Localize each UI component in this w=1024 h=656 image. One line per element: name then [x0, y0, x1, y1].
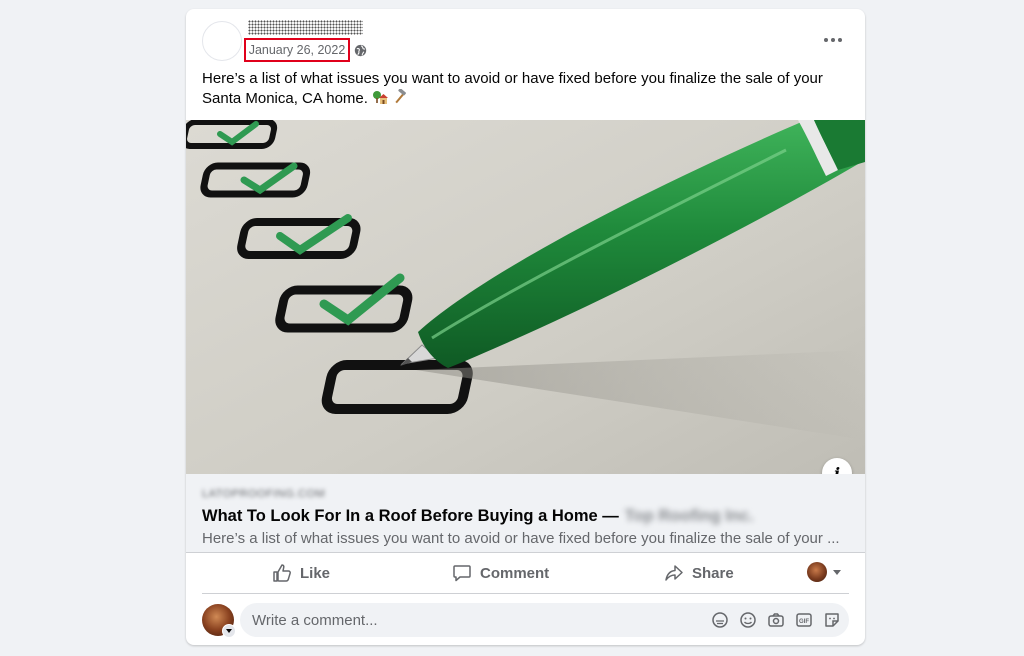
post-date[interactable]: January 26, 2022	[249, 43, 346, 57]
comment-label[interactable]: Comment	[480, 565, 549, 582]
comment-bubble-icon	[453, 565, 471, 582]
house-with-tree-icon	[373, 91, 389, 104]
account-switcher-icon[interactable]	[222, 624, 236, 638]
post-text-line2: Santa Monica, CA home.	[202, 90, 368, 107]
comment-composer: Write a comment... GIF	[202, 603, 849, 638]
link-description: Here’s a list of what issues you want to…	[202, 530, 840, 547]
share-label[interactable]: Share	[692, 565, 734, 582]
share-arrow-icon	[665, 565, 683, 581]
like-button[interactable]: Like	[272, 559, 330, 587]
comment-placeholder[interactable]: Write a comment...	[252, 612, 378, 629]
svg-text:GIF: GIF	[799, 619, 809, 625]
sticker-icon[interactable]	[823, 611, 841, 629]
camera-icon[interactable]	[767, 611, 785, 629]
hammer-icon	[395, 89, 407, 104]
post-date-link[interactable]: January 26, 2022	[244, 38, 350, 62]
gif-icon[interactable]: GIF	[795, 611, 813, 629]
link-domain-redacted: LATOPROOFING.COM	[202, 488, 326, 500]
page-name-redacted[interactable]	[248, 20, 363, 35]
emoji-icon[interactable]	[739, 611, 757, 629]
post-image-checklist[interactable]	[186, 120, 865, 474]
link-site-name-redacted: Top Roofing Inc.	[624, 507, 754, 525]
reaction-profile-selector[interactable]	[807, 562, 841, 582]
comment-input[interactable]: Write a comment... GIF	[240, 603, 849, 637]
like-label[interactable]: Like	[300, 565, 330, 582]
page-avatar[interactable]	[202, 21, 242, 61]
post-text: Here’s a list of what issues you want to…	[202, 69, 842, 109]
chevron-down-icon	[833, 569, 841, 575]
thumbs-up-icon	[273, 564, 291, 582]
action-bar: Like Comment Share	[202, 553, 849, 594]
link-preview[interactable]: LATOPROOFING.COM What To Look For In a R…	[186, 474, 865, 553]
share-button[interactable]: Share	[664, 559, 734, 587]
link-title[interactable]: What To Look For In a Roof Before Buying…	[202, 507, 754, 526]
post-header: January 26, 2022	[186, 9, 865, 71]
checklist-illustration	[186, 120, 865, 474]
comment-input-icons: GIF	[711, 611, 841, 629]
comment-button[interactable]: Comment	[452, 559, 549, 587]
reactor-avatar	[807, 562, 827, 582]
globe-icon	[354, 44, 367, 57]
post-card: January 26, 2022 Here’s a list of what i…	[186, 9, 865, 645]
more-options-icon[interactable]	[821, 31, 845, 49]
post-text-line1: Here’s a list of what issues you want to…	[202, 70, 823, 87]
avatar-sticker-icon[interactable]	[711, 611, 729, 629]
link-title-text[interactable]: What To Look For In a Roof Before Buying…	[202, 507, 619, 525]
